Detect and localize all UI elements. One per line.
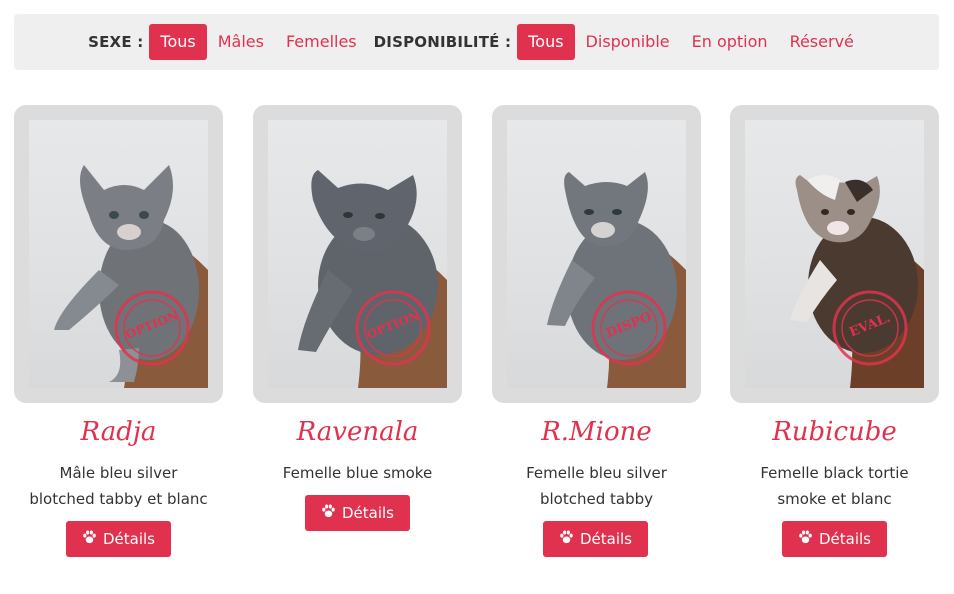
description-line-1: Mâle bleu silver bbox=[59, 464, 178, 482]
kitten-card-ravenala: OPTION Ravenala Femelle blue smoke Détai… bbox=[253, 0, 492, 594]
details-button-label: Détails bbox=[579, 530, 632, 548]
kitten-photo[interactable]: OPTION bbox=[29, 120, 208, 388]
description-line-2: smoke et blanc bbox=[777, 490, 892, 508]
photo-frame: DISPO bbox=[492, 105, 701, 403]
stamp-icon bbox=[591, 290, 667, 366]
description-line-1: Femelle blue smoke bbox=[282, 464, 433, 482]
paw-icon bbox=[82, 521, 97, 557]
details-button-label: Détails bbox=[818, 530, 871, 548]
kitten-name: Rubicube bbox=[772, 417, 897, 447]
kitten-name: Ravenala bbox=[296, 417, 419, 447]
kitten-photo[interactable]: OPTION bbox=[268, 120, 447, 388]
paw-icon bbox=[559, 521, 574, 557]
kitten-name: R.Mione bbox=[541, 417, 652, 447]
kitten-description: Femelle blue smoke bbox=[253, 460, 462, 486]
kitten-name: Radja bbox=[80, 417, 157, 447]
kitten-card-rmione: DISPO R.Mione Femelle bleu silver blotch… bbox=[492, 0, 731, 594]
details-button[interactable]: Détails bbox=[305, 495, 410, 531]
photo-frame: OPTION bbox=[253, 105, 462, 403]
details-button[interactable]: Détails bbox=[543, 521, 648, 557]
description-line-1: Femelle black tortie bbox=[760, 464, 909, 482]
stamp-icon bbox=[832, 290, 908, 366]
kitten-photo[interactable]: DISPO bbox=[507, 120, 686, 388]
details-button-label: Détails bbox=[341, 504, 394, 522]
kitten-card-rubicube: EVAL. Rubicube Femelle black tortie smok… bbox=[730, 0, 954, 594]
paw-icon bbox=[798, 521, 813, 557]
details-button[interactable]: Détails bbox=[66, 521, 171, 557]
photo-frame: OPTION bbox=[14, 105, 223, 403]
description-line-2: blotched tabby bbox=[539, 490, 653, 508]
stamp-icon bbox=[355, 290, 431, 366]
photo-frame: EVAL. bbox=[730, 105, 939, 403]
kitten-card-radja: OPTION Radja Mâle bleu silver blotched t… bbox=[14, 0, 253, 594]
kitten-description: Femelle black tortie smoke et blanc bbox=[730, 460, 939, 512]
kitten-description: Mâle bleu silver blotched tabby et blanc bbox=[14, 460, 223, 512]
kitten-photo[interactable]: EVAL. bbox=[745, 120, 924, 388]
description-line-2: blotched tabby et blanc bbox=[29, 490, 208, 508]
stamp-icon bbox=[114, 290, 190, 366]
details-button-label: Détails bbox=[102, 530, 155, 548]
paw-icon bbox=[321, 495, 336, 531]
description-line-1: Femelle bleu silver bbox=[526, 464, 667, 482]
kitten-description: Femelle bleu silver blotched tabby bbox=[492, 460, 701, 512]
details-button[interactable]: Détails bbox=[782, 521, 887, 557]
